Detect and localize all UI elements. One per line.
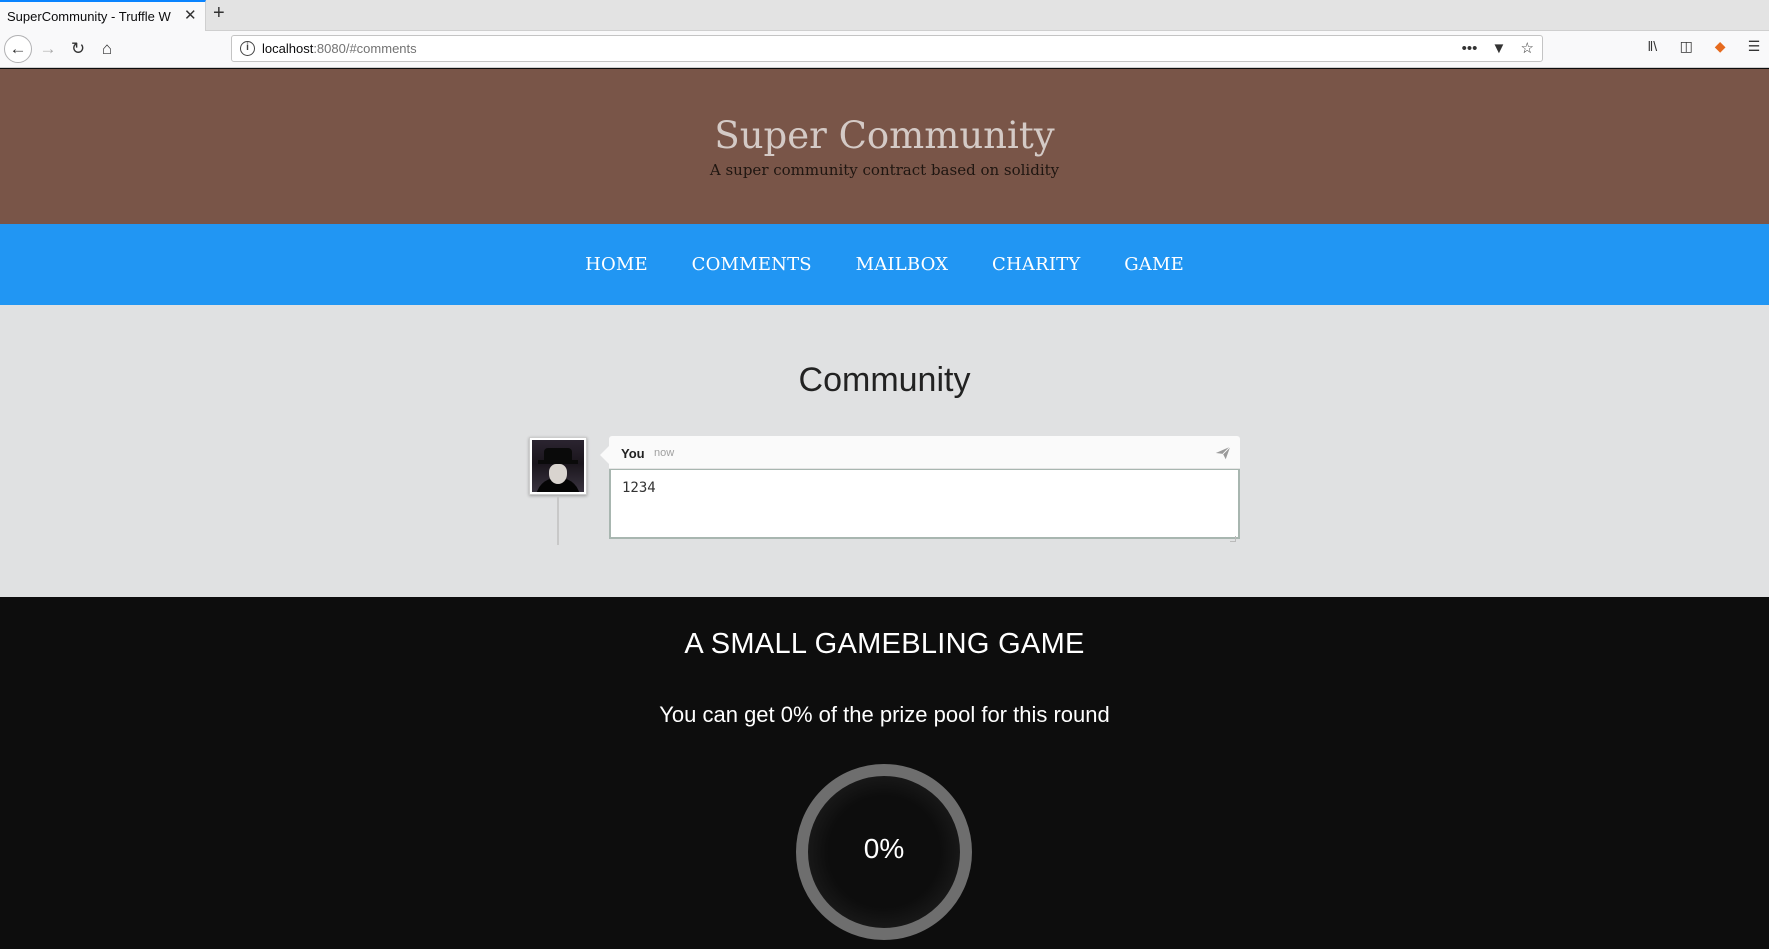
site-title: Super Community bbox=[714, 114, 1055, 157]
menu-item-mailbox[interactable]: MAILBOX bbox=[856, 254, 949, 275]
new-tab-icon[interactable]: + bbox=[213, 2, 225, 25]
menu-item-comments[interactable]: COMMENTS bbox=[692, 254, 812, 275]
browser-nav-bar: ← → ↻ ⌂ i localhost:8080/#comments ••• ▼… bbox=[0, 31, 1769, 68]
comment-input[interactable]: 1234 bbox=[609, 469, 1240, 539]
community-title: Community bbox=[798, 361, 971, 399]
progress-label: 0% bbox=[863, 833, 905, 864]
send-icon[interactable] bbox=[1214, 444, 1232, 462]
game-subtitle: You can get 0% of the prize pool for thi… bbox=[659, 702, 1110, 727]
menu-item-home[interactable]: HOME bbox=[585, 254, 648, 275]
browser-tab[interactable]: SuperCommunity - Truffle W ✕ bbox=[0, 0, 206, 31]
library-icon[interactable]: ‖\ bbox=[1637, 38, 1667, 54]
browser-tab-bar: SuperCommunity - Truffle W ✕ + bbox=[0, 0, 1769, 31]
sidebar-icon[interactable]: ◫ bbox=[1671, 38, 1701, 55]
forward-arrow-icon[interactable]: → bbox=[36, 37, 60, 61]
home-icon[interactable]: ⌂ bbox=[95, 37, 119, 61]
tab-title: SuperCommunity - Truffle W bbox=[7, 9, 171, 24]
avatar-image bbox=[532, 440, 584, 492]
community-section: Community You now 1234 bbox=[0, 305, 1769, 597]
close-tab-icon[interactable]: ✕ bbox=[184, 6, 197, 24]
site-header: Super Community A super community contra… bbox=[0, 69, 1769, 224]
url-text: localhost:8080/#comments bbox=[262, 41, 417, 56]
hamburger-menu-icon[interactable]: ☰ bbox=[1739, 38, 1769, 55]
progress-ring: 0% bbox=[792, 760, 976, 944]
url-host: localhost bbox=[262, 41, 314, 56]
address-bar[interactable]: i localhost:8080/#comments ••• ▼ ☆ bbox=[231, 35, 1543, 62]
comment-time: now bbox=[654, 447, 675, 459]
info-icon[interactable]: i bbox=[240, 41, 255, 56]
page-actions-icon[interactable]: ••• bbox=[1462, 40, 1478, 57]
menu-item-charity[interactable]: CHARITY bbox=[992, 254, 1080, 275]
reload-icon[interactable]: ↻ bbox=[66, 37, 90, 61]
back-arrow-icon[interactable]: ← bbox=[4, 35, 32, 63]
avatar bbox=[529, 437, 587, 495]
game-title: A SMALL GAMEBLING GAME bbox=[684, 628, 1085, 660]
comment-composer: You now 1234 bbox=[600, 436, 1240, 546]
game-section: A SMALL GAMEBLING GAME You can get 0% of… bbox=[0, 597, 1769, 940]
menu-item-game[interactable]: GAME bbox=[1124, 254, 1184, 275]
comment-user: You bbox=[621, 446, 645, 461]
bookmark-star-icon[interactable]: ☆ bbox=[1521, 40, 1534, 57]
metamask-fox-icon[interactable]: ◆ bbox=[1705, 38, 1735, 55]
timeline-line bbox=[557, 497, 559, 545]
resize-grip[interactable] bbox=[1230, 536, 1236, 542]
pocket-icon[interactable]: ▼ bbox=[1492, 40, 1507, 57]
comment-header: You now bbox=[600, 436, 1240, 469]
main-menu: HOME COMMENTS MAILBOX CHARITY GAME bbox=[0, 224, 1769, 305]
site-subtitle: A super community contract based on soli… bbox=[709, 161, 1060, 179]
url-path: :8080/#comments bbox=[313, 41, 417, 56]
